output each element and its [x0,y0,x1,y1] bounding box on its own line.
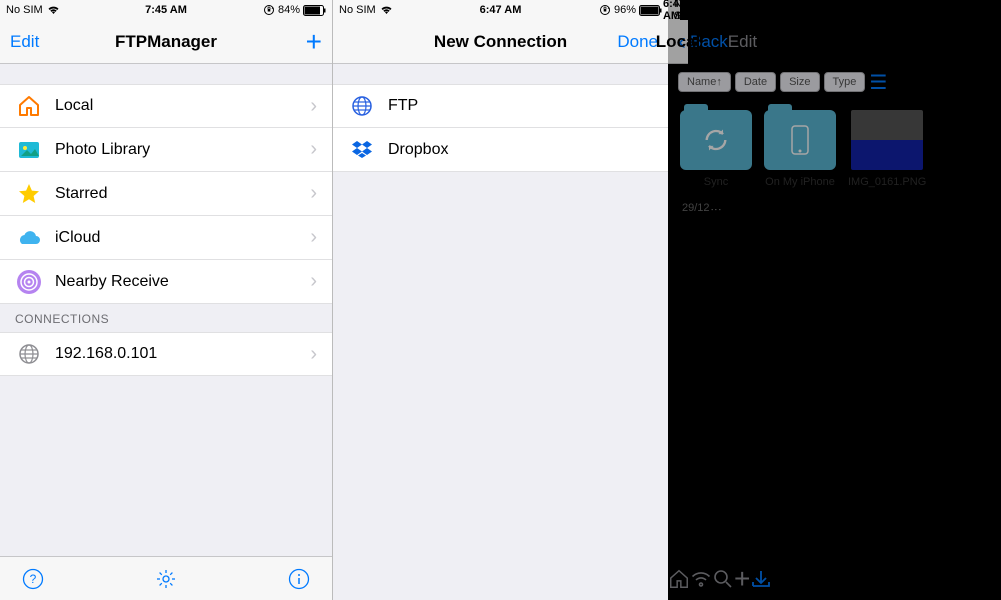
nav-title: Local [656,32,700,52]
list-item-local[interactable]: Local › [0,84,332,128]
edit-button[interactable]: Edit [10,32,39,52]
list-item-photo-library[interactable]: Photo Library › [0,128,332,172]
add-button[interactable]: + [306,28,322,56]
sort-name-button[interactable]: Name↑ [678,72,731,92]
list-item-ftp[interactable]: FTP [333,84,668,128]
carrier-label: No SIM [6,4,43,16]
settings-button[interactable] [155,568,177,590]
sort-date-button[interactable]: Date [735,72,776,92]
chevron-right-icon: › [310,138,317,161]
home-icon [15,92,43,120]
folder-icon [680,110,752,170]
grid-item-image[interactable]: IMG_0161.PNG [848,110,926,188]
list-item-icloud[interactable]: iCloud › [0,216,332,260]
dropbox-icon [348,136,376,164]
add-button[interactable]: + [734,563,750,595]
edit-button[interactable]: Edit [728,32,757,52]
battery-icon [303,5,326,16]
cloud-icon [15,224,43,252]
orientation-lock-icon [711,4,723,16]
screen-ftpmanager: No SIM 7:45 AM 84% Edit FTPManager + Loc… [0,0,333,600]
date-label: 29/12 [682,202,710,214]
battery-pct: 96% [726,4,748,16]
connections-header: CONNECTIONS [0,304,332,332]
grid-item-label: On My iPhone [765,176,835,188]
download-button[interactable] [750,568,772,590]
list-item-label: Local [55,97,310,115]
info-button[interactable] [288,568,310,590]
list-item-connection[interactable]: 192.168.0.101 › [0,332,332,376]
more-icon[interactable]: ⋮ [710,204,723,213]
nearby-icon [15,268,43,296]
wifi-icon [380,5,393,15]
list-item-label: Starred [55,185,310,203]
battery-icon [639,5,662,16]
list-item-label: Dropbox [388,141,653,159]
list-item-nearby-receive[interactable]: Nearby Receive › [0,260,332,304]
view-toggle-button[interactable]: ☰ [869,70,887,95]
list-item-dropbox[interactable]: Dropbox [333,128,668,172]
folder-icon [764,110,836,170]
status-time: 6:47 AM [663,0,685,22]
battery-icon [751,5,774,16]
list-item-label: Nearby Receive [55,273,310,291]
star-icon [15,180,43,208]
status-time: 6:47 AM [480,4,522,16]
sort-size-button[interactable]: Size [780,72,819,92]
svg-text:?: ? [30,572,37,586]
carrier-label: No SIM [339,4,376,16]
chevron-right-icon: › [310,226,317,249]
date-row: 29/12 ⋮ [668,198,696,218]
list-item-starred[interactable]: Starred › [0,172,332,216]
list-item-label: FTP [388,97,653,115]
orientation-lock-icon [263,4,275,16]
wifi-icon [698,5,711,15]
grid-item-label: IMG_0161.PNG [848,176,926,188]
wifi-icon [47,5,60,15]
grid-item-sync[interactable]: Sync [680,110,752,188]
home-button[interactable] [668,568,690,590]
orientation-lock-icon [599,4,611,16]
chevron-right-icon: › [310,270,317,293]
grid-item-label: Sync [704,176,728,188]
nav-bar: Edit FTPManager + [0,20,332,64]
done-button[interactable]: Done [617,32,658,52]
globe-icon [15,340,43,368]
search-button[interactable] [712,568,734,590]
status-bar: No SIM 6:47 AM 96% [333,0,668,20]
chevron-right-icon: › [310,343,317,366]
file-grid: Sync On My iPhone IMG_0161.PNG [668,100,692,198]
bottom-toolbar: ? [0,556,332,600]
list-item-label: Photo Library [55,141,310,159]
wifi-button[interactable] [690,570,712,588]
grid-item-on-my-iphone[interactable]: On My iPhone [764,110,836,188]
chevron-right-icon: › [310,95,317,118]
nav-bar: ‹Back Local Edit [668,20,688,64]
status-bar: No SIM 7:45 AM 84% [0,0,332,20]
chevron-right-icon: › [310,182,317,205]
nav-title: FTPManager [115,32,217,52]
globe-icon [348,92,376,120]
help-button[interactable]: ? [22,568,44,590]
nav-title: New Connection [434,32,567,52]
battery-pct: 96% [614,4,636,16]
image-thumbnail [851,110,923,170]
nav-bar: New Connection Done [333,20,668,64]
list-item-label: 192.168.0.101 [55,345,310,363]
battery-pct: 84% [278,4,300,16]
status-time: 7:45 AM [145,4,187,16]
photo-icon [15,136,43,164]
status-bar: No SIM 6:47 AM 96% [668,0,680,20]
list-item-label: iCloud [55,229,310,247]
sort-type-button[interactable]: Type [824,72,866,92]
screen-new-connection: No SIM 6:47 AM 96% New Connection Done F… [333,0,668,600]
sort-bar: Name↑ Date Size Type ☰ [668,64,688,100]
